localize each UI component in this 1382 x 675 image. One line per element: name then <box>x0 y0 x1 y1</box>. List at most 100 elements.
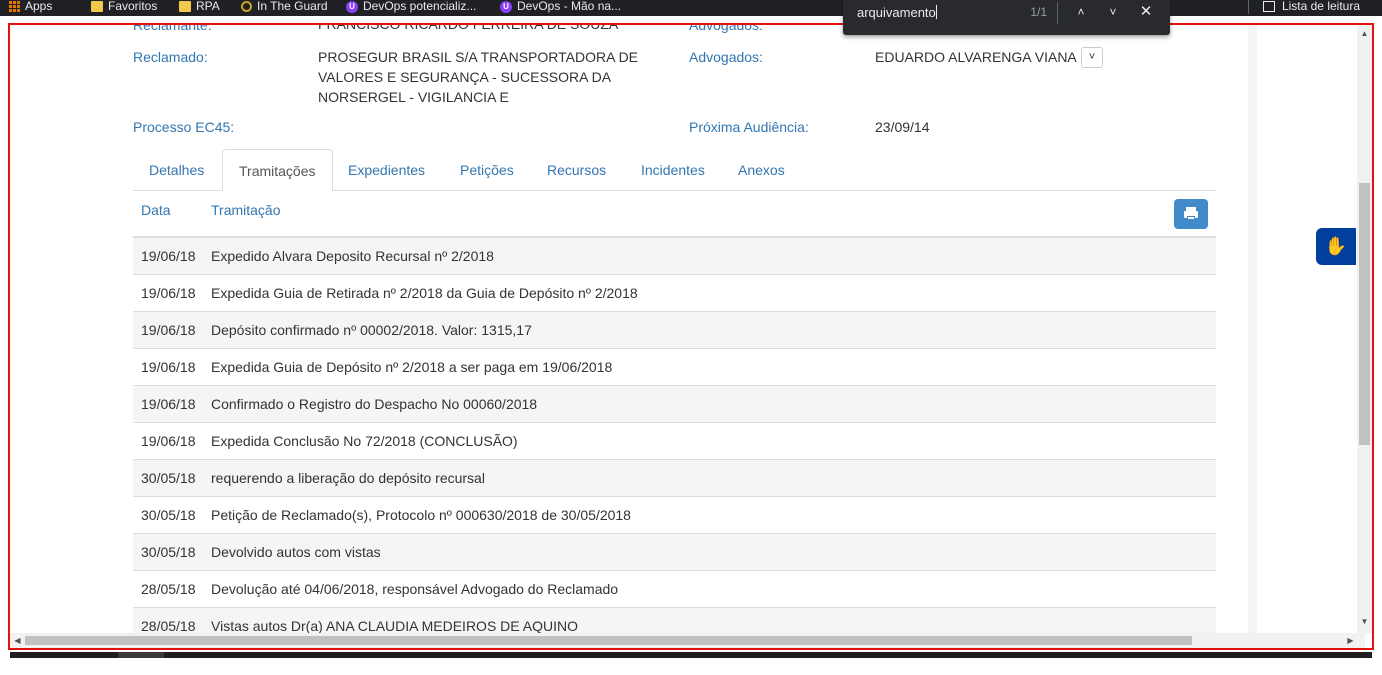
folder-icon <box>91 1 103 12</box>
row-date: 30/05/18 <box>141 544 196 560</box>
row-date: 19/06/18 <box>141 396 196 412</box>
table-row: 19/06/18 Expedida Conclusão No 72/2018 (C… <box>133 423 1216 460</box>
apps-grid-icon <box>9 1 20 12</box>
close-icon: ✕ <box>1139 3 1153 20</box>
reclamado-line: PROSEGUR BRASIL S/A TRANSPORTADORA DE <box>318 49 639 65</box>
table-row: 19/06/18 Confirmado o Registro do Despach… <box>133 386 1216 423</box>
sign-language-icon: ✋ <box>1324 236 1348 256</box>
tab-detalhes[interactable]: Detalhes <box>133 150 220 191</box>
row-date: 19/06/18 <box>141 433 196 449</box>
horizontal-scroll-thumb[interactable] <box>25 636 1192 645</box>
table-row: 19/06/18 Expedida Guia de Retirada nº 2/2… <box>133 275 1216 312</box>
row-description: Expedida Guia de Depósito nº 2/2018 a se… <box>211 359 613 375</box>
guard-icon <box>241 1 252 12</box>
find-close-button[interactable]: ✕ <box>1136 3 1156 21</box>
bookmark-in-the-guard[interactable]: In The Guard <box>241 0 328 16</box>
reading-list-icon <box>1262 1 1275 12</box>
bookmarks-divider <box>1248 0 1249 14</box>
scroll-down-arrow-icon[interactable]: ▼ <box>1357 617 1372 626</box>
reclamado-label: Reclamado: <box>133 49 208 65</box>
advogados-value: EDUARDO ALVARENGA VIANA <box>875 49 1077 65</box>
tab-bar: Detalhes Tramitações Expedientes Petiçõe… <box>133 149 1216 191</box>
bookmark-label: DevOps potencializ... <box>363 0 477 13</box>
column-header-tramitacao[interactable]: Tramitação <box>211 202 281 218</box>
bookmark-label: RPA <box>196 0 220 13</box>
reclamado-line: NORSERGEL - VIGILANCIA E <box>318 89 509 105</box>
tab-tramitacoes[interactable]: Tramitações <box>222 149 333 191</box>
bookmark-devops-potencializ[interactable]: U DevOps potencializ... <box>346 0 476 16</box>
bookmark-label: Favoritos <box>108 0 158 13</box>
tab-peticoes[interactable]: Petições <box>444 150 530 191</box>
row-date: 28/05/18 <box>141 618 196 634</box>
vertical-scroll-thumb[interactable] <box>1359 183 1370 445</box>
row-description: Devolvido autos com vistas <box>211 544 381 560</box>
bookmark-label: Apps <box>25 0 53 13</box>
find-input[interactable]: arquivamento <box>857 4 1017 21</box>
bookmark-label: DevOps - Mão na... <box>517 0 622 13</box>
table-header: Data Tramitação <box>133 191 1216 238</box>
right-sidebar-panel <box>1257 25 1357 635</box>
chevron-down-icon: ˅ <box>1109 5 1117 19</box>
devops-icon: U <box>500 1 512 13</box>
bookmark-devops-mao-na[interactable]: U DevOps - Mão na... <box>500 0 621 16</box>
tab-anexos[interactable]: Anexos <box>722 150 801 191</box>
row-description: Expedida Guia de Retirada nº 2/2018 da G… <box>211 285 638 301</box>
row-description: Devolução até 04/06/2018, responsável Ad… <box>211 581 619 597</box>
row-description: requerendo a liberação do depósito recur… <box>211 470 485 486</box>
row-date: 30/05/18 <box>141 507 196 523</box>
find-bar: arquivamento 1/1 ˄ ˅ ✕ <box>843 0 1170 35</box>
tab-expedientes[interactable]: Expedientes <box>332 150 441 191</box>
folder-icon <box>179 1 191 12</box>
tramitacoes-table-body: 19/06/18 Expedido Alvara Deposito Recursa… <box>133 238 1216 645</box>
scroll-left-arrow-icon[interactable]: ◀ <box>10 636 25 645</box>
scroll-up-arrow-icon[interactable]: ▲ <box>1357 29 1372 38</box>
row-date: 28/05/18 <box>141 581 196 597</box>
bookmark-apps[interactable]: Apps <box>9 0 52 16</box>
chevron-up-icon: ˄ <box>1077 5 1085 19</box>
advogados-top-label: Advogados: <box>689 23 763 33</box>
bookmark-rpa[interactable]: RPA <box>179 0 220 16</box>
bookmark-favoritos[interactable]: Favoritos <box>91 0 157 16</box>
bookmarks-bar: Apps Favoritos RPA In The Guard U DevOps… <box>0 0 1382 16</box>
accessibility-button[interactable]: ✋ <box>1316 228 1356 265</box>
text-caret <box>935 5 937 19</box>
reclamado-line: VALORES E SEGURANÇA - SUCESSORA DA <box>318 69 612 85</box>
find-previous-button[interactable]: ˄ <box>1071 3 1091 21</box>
table-row: 19/06/18 Expedida Guia de Depósito nº 2/2… <box>133 349 1216 386</box>
table-row: 30/05/18 Devolvido autos com vistas <box>133 534 1216 571</box>
table-row: 30/05/18 requerendo a liberação do depósi… <box>133 460 1216 497</box>
row-description: Petição de Reclamado(s), Protocolo nº 00… <box>211 507 631 523</box>
right-sidebar <box>1248 25 1365 648</box>
horizontal-scrollbar[interactable]: ◀ ▶ <box>10 633 1365 648</box>
row-description: Vistas autos Dr(a) ANA CLAUDIA MEDEIROS … <box>211 618 578 634</box>
print-button[interactable] <box>1174 199 1208 229</box>
find-match-count: 1/1 <box>1030 5 1047 19</box>
find-query: arquivamento <box>857 5 936 20</box>
proxima-audiencia-label: Próxima Audiência: <box>689 119 809 135</box>
row-date: 19/06/18 <box>141 285 196 301</box>
row-description: Confirmado o Registro do Despacho No 000… <box>211 396 538 412</box>
tab-incidentes[interactable]: Incidentes <box>625 150 721 191</box>
find-next-button[interactable]: ˅ <box>1103 3 1123 21</box>
row-date: 19/06/18 <box>141 359 196 375</box>
devops-icon: U <box>346 1 358 13</box>
column-header-data[interactable]: Data <box>141 202 171 218</box>
advogados-dropdown-button[interactable]: ˅ <box>1081 47 1103 68</box>
row-description: Expedido Alvara Deposito Recursal nº 2/2… <box>211 248 494 264</box>
taskbar <box>10 652 1372 658</box>
taskbar-item[interactable] <box>118 652 164 658</box>
table-row: 30/05/18 Petição de Reclamado(s), Protoco… <box>133 497 1216 534</box>
tab-recursos[interactable]: Recursos <box>531 150 622 191</box>
reclamante-value: FRANCISCO RICARDO FERREIRA DE SOUZA <box>318 23 619 32</box>
advogados-label: Advogados: <box>689 49 763 65</box>
page-viewport: Reclamante: FRANCISCO RICARDO FERREIRA D… <box>8 23 1374 650</box>
chevron-down-icon: ˅ <box>1088 51 1096 63</box>
reclamado-value: PROSEGUR BRASIL S/A TRANSPORTADORA DE VA… <box>318 47 638 107</box>
row-description: Expedida Conclusão No 72/2018 (CONCLUSÃO… <box>211 433 518 449</box>
row-date: 19/06/18 <box>141 248 196 264</box>
vertical-scrollbar[interactable]: ▲ ▼ <box>1357 25 1372 633</box>
table-row: 28/05/18 Devolução até 04/06/2018, respon… <box>133 571 1216 608</box>
scroll-right-arrow-icon[interactable]: ▶ <box>1343 636 1358 645</box>
row-date: 19/06/18 <box>141 322 196 338</box>
reading-list-button[interactable]: Lista de leitura <box>1262 0 1360 16</box>
